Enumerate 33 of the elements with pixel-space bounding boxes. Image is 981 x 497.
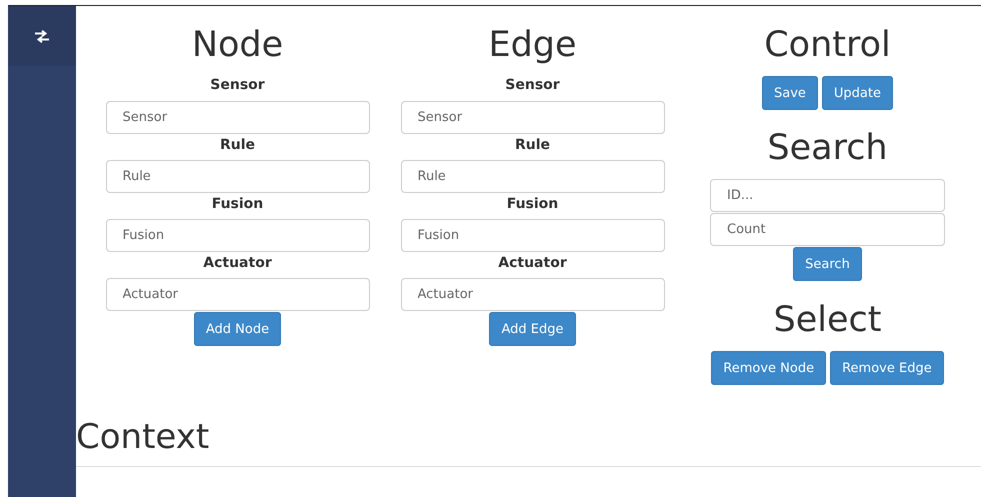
input-field[interactable]: Actuator: [106, 278, 370, 311]
input-field[interactable]: Actuator: [400, 278, 664, 311]
field-label: Sensor: [210, 76, 265, 95]
input-field[interactable]: Rule: [106, 160, 370, 193]
field-label: Actuator: [203, 254, 272, 273]
section-title: Select: [774, 299, 882, 341]
field-label: Rule: [514, 136, 550, 155]
field-label: Sensor: [505, 76, 560, 95]
swap-arrows-icon: [34, 30, 50, 42]
context-heading: Context: [76, 416, 981, 467]
section-title: Search: [767, 127, 888, 169]
field-label: Fusion: [212, 195, 264, 214]
section-title: Control: [764, 24, 891, 66]
field-label: Actuator: [498, 254, 567, 273]
control-button[interactable]: Save: [762, 76, 818, 110]
remove-button[interactable]: Remove Edge: [830, 351, 944, 385]
search-field[interactable]: Count: [710, 213, 945, 246]
search-button[interactable]: Search: [793, 247, 862, 281]
control-button[interactable]: Update: [822, 76, 893, 110]
input-field[interactable]: Rule: [400, 160, 664, 193]
input-field[interactable]: Fusion: [400, 219, 664, 252]
search-field[interactable]: ID...: [710, 179, 945, 212]
field-label: Fusion: [506, 195, 558, 214]
input-field[interactable]: Fusion: [106, 219, 370, 252]
section-title: Edge: [488, 24, 577, 66]
remove-button[interactable]: Remove Node: [711, 351, 826, 385]
input-field[interactable]: Sensor: [106, 101, 370, 134]
field-label: Rule: [220, 136, 256, 155]
section-title: Node: [192, 24, 284, 66]
add-button[interactable]: Add Node: [194, 312, 282, 346]
add-button[interactable]: Add Edge: [489, 312, 576, 346]
sidebar-toggle[interactable]: [8, 6, 76, 66]
input-field[interactable]: Sensor: [400, 101, 664, 134]
